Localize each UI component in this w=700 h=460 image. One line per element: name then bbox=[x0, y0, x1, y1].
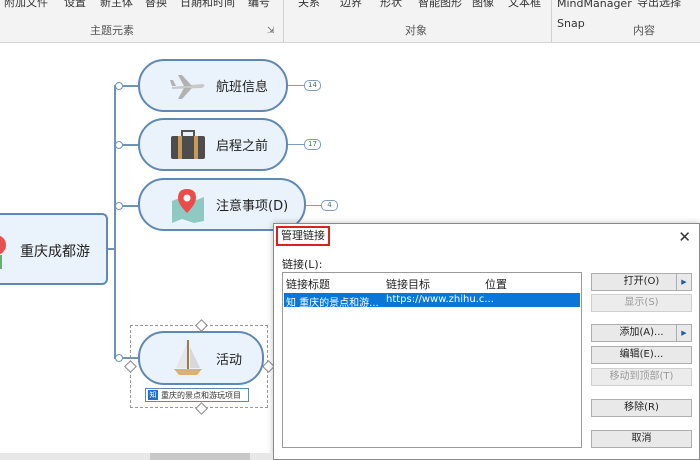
remove-button-label: 移除(R) bbox=[624, 402, 659, 413]
topic-label: 航班信息 bbox=[216, 80, 269, 95]
topic-label: 活动 bbox=[216, 352, 243, 368]
topic-before-departure[interactable]: 启程之前 bbox=[138, 118, 288, 171]
edit-button[interactable]: 编辑(E)... bbox=[591, 346, 692, 364]
topic-label: 注意事项(D) bbox=[216, 199, 289, 214]
ribbon-item-attach-file[interactable]: 附加文件 bbox=[4, 0, 48, 10]
ribbon-item-relation[interactable]: 关系 bbox=[298, 0, 320, 10]
chevron-right-icon[interactable]: ▶ bbox=[676, 274, 691, 290]
ribbon-item-settings[interactable]: 设置 bbox=[64, 0, 86, 10]
sailboat-icon bbox=[166, 338, 210, 378]
manage-links-dialog: 管理链接 ✕ 链接(L): 链接标题 链接目标 位置 知 重庆的景点和游... … bbox=[273, 223, 700, 460]
connector-line bbox=[288, 85, 304, 86]
ribbon-item-textbox[interactable]: 文本框 bbox=[508, 0, 541, 10]
ribbon-item-numbering[interactable]: 编号 bbox=[248, 0, 270, 10]
airplane-icon bbox=[166, 66, 210, 106]
ribbon-group-content: 内容 bbox=[633, 24, 655, 37]
scrollbar-thumb[interactable] bbox=[150, 453, 250, 460]
close-icon[interactable]: ✕ bbox=[678, 228, 691, 246]
subtopic-count-badge[interactable]: 4 bbox=[321, 200, 338, 211]
ribbon-item-mindmanager-snap[interactable]: MindManager Snap bbox=[557, 0, 633, 34]
move-to-top-button-label: 移动到顶部(T) bbox=[609, 371, 674, 382]
ribbon-item-replace[interactable]: 替换 bbox=[145, 0, 167, 10]
zhihu-icon: 知 bbox=[148, 390, 158, 400]
remove-button[interactable]: 移除(R) bbox=[591, 399, 692, 417]
connector-dot bbox=[115, 354, 123, 362]
ribbon-separator bbox=[551, 0, 552, 42]
ribbon: 附加文件 设置 新主体 替换 日期和时间 编号 关系 边界 形状 智能图形 图像… bbox=[0, 0, 700, 43]
links-list[interactable]: 链接标题 链接目标 位置 知 重庆的景点和游... https://www.zh… bbox=[282, 272, 582, 448]
dialog-title: 管理链接 bbox=[276, 226, 330, 246]
ribbon-item-smart-shape[interactable]: 智能图形 bbox=[418, 0, 462, 10]
ribbon-item-new-subject[interactable]: 新主体 bbox=[100, 0, 133, 10]
central-topic-label: 重庆成都游 bbox=[20, 244, 90, 260]
move-to-top-button[interactable]: 移动到顶部(T) bbox=[591, 368, 692, 386]
topic-link-tag[interactable]: 知 重庆的景点和游玩项目 bbox=[145, 388, 249, 402]
open-button[interactable]: 打开(O) ▶ bbox=[591, 273, 692, 291]
column-header-link-title[interactable]: 链接标题 bbox=[286, 276, 330, 292]
column-header-link-target[interactable]: 链接目标 bbox=[386, 276, 430, 292]
ribbon-group-objects: 对象 bbox=[405, 24, 427, 37]
subtopic-count-badge[interactable]: 14 bbox=[304, 80, 321, 91]
connector-line bbox=[306, 205, 322, 206]
topic-activities[interactable]: 活动 bbox=[138, 331, 264, 385]
connector-dot bbox=[115, 202, 123, 210]
topic-flight-info[interactable]: 航班信息 bbox=[138, 59, 288, 112]
chevron-right-icon[interactable]: ▶ bbox=[676, 325, 691, 341]
ribbon-item-shape[interactable]: 形状 bbox=[380, 0, 402, 10]
cancel-button-label: 取消 bbox=[631, 433, 652, 444]
connector-line bbox=[288, 144, 304, 145]
links-label: 链接(L): bbox=[282, 258, 323, 271]
cancel-button[interactable]: 取消 bbox=[591, 430, 692, 448]
ribbon-item-export-selection[interactable]: 导出选择 bbox=[637, 0, 681, 10]
ribbon-separator bbox=[283, 0, 284, 42]
row-link-title: 知 重庆的景点和游... bbox=[286, 298, 379, 309]
map-pin-icon bbox=[166, 185, 210, 225]
briefcase-icon bbox=[166, 125, 210, 165]
central-topic[interactable]: 重庆成都游 bbox=[0, 213, 108, 285]
connector-trunk bbox=[114, 85, 116, 358]
add-button[interactable]: 添加(A)... ▶ bbox=[591, 324, 692, 342]
connector-dot bbox=[115, 82, 123, 90]
row-link-target: https://www.zhihu.c... bbox=[386, 294, 494, 305]
connector-dot bbox=[115, 141, 123, 149]
open-button-label: 打开(O) bbox=[623, 276, 660, 287]
show-button[interactable]: 显示(S) bbox=[591, 294, 692, 312]
dialog-launcher-icon[interactable]: ⇲ bbox=[267, 26, 275, 36]
show-button-label: 显示(S) bbox=[624, 297, 659, 308]
ribbon-item-boundary[interactable]: 边界 bbox=[340, 0, 362, 10]
edit-button-label: 编辑(E)... bbox=[619, 349, 664, 360]
ribbon-item-datetime[interactable]: 日期和时间 bbox=[180, 0, 235, 10]
column-header-position[interactable]: 位置 bbox=[485, 276, 507, 292]
subtopic-count-badge[interactable]: 17 bbox=[304, 139, 321, 150]
ribbon-group-topic-elements: 主题元素 bbox=[90, 24, 134, 37]
map-pin-icon bbox=[0, 235, 6, 269]
add-button-label: 添加(A)... bbox=[619, 327, 664, 338]
link-tag-label: 重庆的景点和游玩项目 bbox=[161, 390, 241, 400]
horizontal-scrollbar[interactable] bbox=[0, 453, 273, 460]
topic-label: 启程之前 bbox=[216, 139, 269, 154]
ribbon-item-image[interactable]: 图像 bbox=[472, 0, 494, 10]
table-row[interactable]: 知 重庆的景点和游... https://www.zhihu.c... bbox=[284, 293, 580, 309]
